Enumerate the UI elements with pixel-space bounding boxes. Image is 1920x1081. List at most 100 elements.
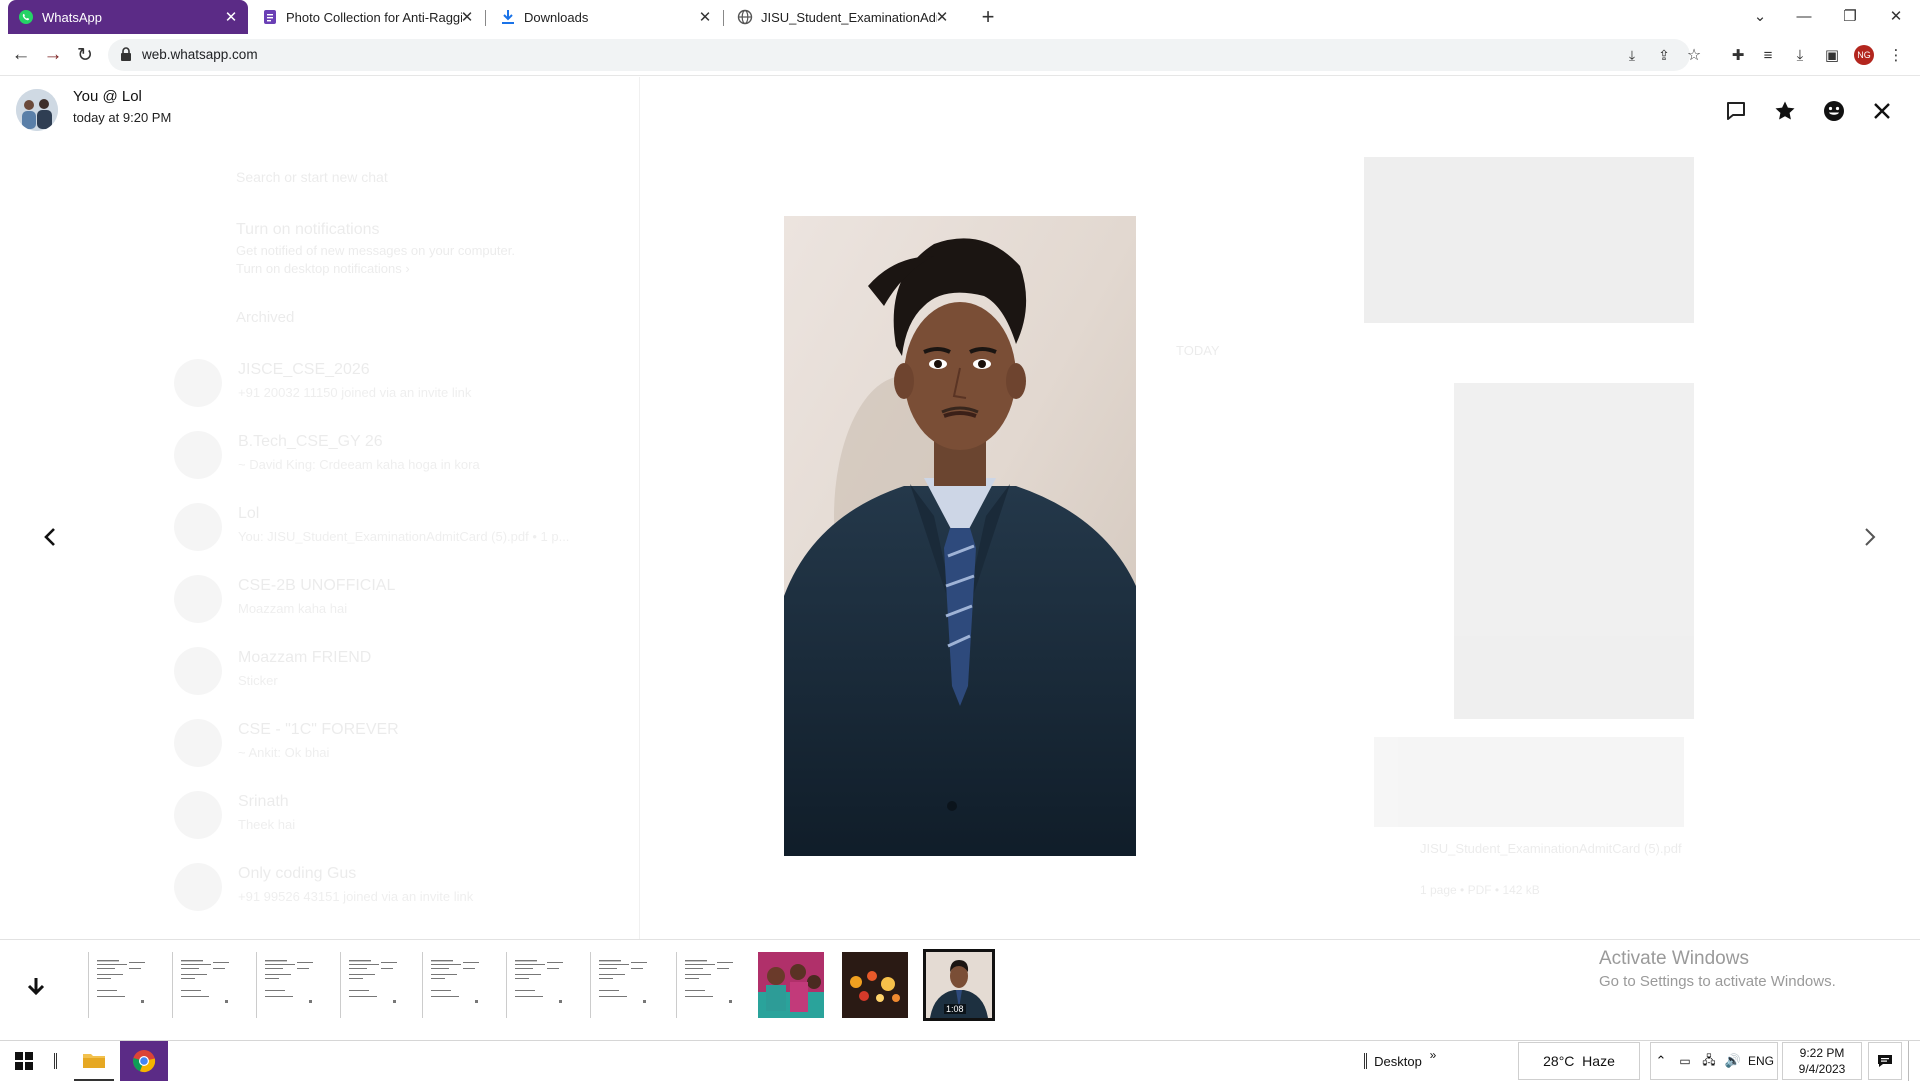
download-icon[interactable] xyxy=(20,970,52,1006)
chat-name: Only coding Gus xyxy=(238,865,357,882)
extensions-icon[interactable]: ✚ xyxy=(1726,43,1750,67)
media-thumbnail[interactable] xyxy=(340,952,406,1018)
close-icon[interactable]: ✕ xyxy=(696,8,714,26)
more-menu-icon[interactable]: ⋮ xyxy=(1884,43,1908,67)
tab-whatsapp[interactable]: WhatsApp ✕ xyxy=(8,0,248,34)
tab-photo-collection[interactable]: Photo Collection for Anti-Raggin ✕ xyxy=(252,0,484,34)
tab-divider xyxy=(723,10,724,26)
avatar xyxy=(174,575,222,623)
activate-windows-watermark: Activate Windows Go to Settings to activ… xyxy=(1599,948,1836,990)
reload-icon[interactable]: ↻ xyxy=(72,42,98,68)
weather-widget[interactable]: 28°C Haze xyxy=(1518,1041,1640,1081)
tab-title: JISU_Student_ExaminationAdmitC xyxy=(761,9,937,25)
side-panel-icon[interactable]: ▣ xyxy=(1820,43,1844,67)
chat-row: Srinath Theek hai xyxy=(170,779,640,849)
watermark-subtitle: Go to Settings to activate Windows. xyxy=(1599,973,1836,990)
media-thumbnail[interactable] xyxy=(506,952,572,1018)
tab-title: WhatsApp xyxy=(42,9,102,25)
media-thumbnail[interactable] xyxy=(590,952,656,1018)
reply-icon[interactable] xyxy=(1720,95,1752,127)
close-icon[interactable]: ✕ xyxy=(458,8,476,26)
share-icon[interactable]: ⇪ xyxy=(1654,45,1674,65)
chat-preview: +91 99526 43151 joined via an invite lin… xyxy=(238,889,474,904)
back-icon[interactable]: ← xyxy=(8,42,34,68)
sender-timestamp: today at 9:20 PM xyxy=(73,110,172,125)
chat-row: Lol You: JISU_Student_ExaminationAdmitCar… xyxy=(170,491,640,561)
install-app-icon[interactable]: ⤓ xyxy=(1622,45,1642,65)
close-icon[interactable]: ✕ xyxy=(222,8,240,26)
close-icon[interactable] xyxy=(1866,95,1898,127)
avatar[interactable] xyxy=(16,89,58,131)
restore-button[interactable]: ❐ xyxy=(1830,2,1870,30)
url-text[interactable]: web.whatsapp.com xyxy=(142,47,258,62)
tab-admit-card[interactable]: JISU_Student_ExaminationAdmitC ✕ xyxy=(727,0,959,34)
minimize-button[interactable]: — xyxy=(1784,2,1824,30)
forms-icon xyxy=(262,9,278,25)
main-photo xyxy=(784,216,1136,856)
media-thumbnail[interactable] xyxy=(676,952,742,1018)
emoji-icon[interactable] xyxy=(1818,95,1850,127)
notification-text: Get notified of new messages on your com… xyxy=(236,243,515,258)
archived-label: Archived xyxy=(236,309,295,326)
toolbar-expand-icon[interactable]: » xyxy=(1424,1035,1442,1075)
tab-divider xyxy=(485,10,486,26)
chat-name: CSE - "1C" FOREVER xyxy=(238,721,399,738)
avatar xyxy=(174,863,222,911)
meet-now-icon[interactable]: ▭ xyxy=(1674,1041,1696,1081)
previous-media-button[interactable] xyxy=(32,517,68,557)
window-close-button[interactable]: ✕ xyxy=(1876,2,1916,30)
forward-icon[interactable]: → xyxy=(40,42,66,68)
tab-downloads[interactable]: Downloads ✕ xyxy=(490,0,722,34)
media-thumbnail[interactable] xyxy=(758,952,824,1018)
close-icon[interactable]: ✕ xyxy=(933,8,951,26)
search-placeholder: Search or start new chat xyxy=(236,169,388,185)
chat-preview: ~ David King: Crdeeam kaha hoga in kora xyxy=(238,457,480,472)
bookmark-star-icon[interactable]: ☆ xyxy=(1684,45,1704,65)
media-control-icon[interactable]: ≡ xyxy=(1756,43,1780,67)
downloads-icon[interactable]: ⤓ xyxy=(1788,43,1812,67)
file-name: JISU_Student_ExaminationAdmitCard (5).pd… xyxy=(1420,841,1682,856)
document-preview xyxy=(1374,737,1684,827)
viewer-header: You @ Lol today at 9:20 PM xyxy=(0,77,1920,147)
media-thumbnail[interactable]: 1:08 xyxy=(923,949,995,1021)
chevron-up-icon[interactable]: ⌃ xyxy=(1650,1041,1672,1081)
task-view-icon[interactable] xyxy=(50,1041,60,1081)
media-thumbnail[interactable] xyxy=(172,952,238,1018)
chrome-icon[interactable] xyxy=(120,1041,168,1081)
image-message xyxy=(1364,157,1694,323)
star-icon[interactable] xyxy=(1769,95,1801,127)
tab-search-icon[interactable]: ⌄ xyxy=(1740,2,1780,30)
sender-name: You @ Lol xyxy=(73,88,142,105)
image-message xyxy=(1454,383,1694,719)
toolbar-divider xyxy=(1362,1041,1368,1081)
date-divider: TODAY xyxy=(1176,343,1220,358)
file-explorer-icon[interactable] xyxy=(74,1041,114,1081)
chat-row: B.Tech_CSE_GY 26 ~ David King: Crdeeam ka… xyxy=(170,419,640,489)
profile-initials: NG xyxy=(1854,45,1874,65)
chat-preview: ~ Ankit: Ok bhai xyxy=(238,745,330,760)
next-media-button[interactable] xyxy=(1852,517,1888,557)
media-thumbnail[interactable] xyxy=(88,952,154,1018)
profile-avatar[interactable]: NG xyxy=(1852,43,1876,67)
chat-name: CSE-2B UNOFFICIAL xyxy=(238,577,396,594)
chat-row: CSE-2B UNOFFICIAL Moazzam kaha hai xyxy=(170,563,640,633)
lock-icon xyxy=(120,47,132,66)
avatar xyxy=(174,647,222,695)
network-icon[interactable]: 🖧 xyxy=(1698,1041,1720,1081)
volume-icon[interactable]: 🔊 xyxy=(1722,1041,1744,1081)
clock[interactable]: 9:22 PM 9/4/2023 xyxy=(1782,1041,1862,1081)
notification-center-icon[interactable] xyxy=(1868,1041,1902,1081)
chat-name: Lol xyxy=(238,505,260,522)
omnibox[interactable]: web.whatsapp.com ⤓ ⇪ ☆ xyxy=(108,39,1701,71)
language-indicator[interactable]: ENG xyxy=(1744,1041,1778,1081)
notification-title: Turn on notifications xyxy=(236,221,380,238)
media-thumbnail[interactable] xyxy=(842,952,908,1018)
desktop-toolbar-label[interactable]: Desktop xyxy=(1374,1041,1422,1081)
show-desktop-button[interactable] xyxy=(1908,1041,1920,1081)
media-thumbnail[interactable] xyxy=(256,952,322,1018)
media-thumbnail[interactable] xyxy=(422,952,488,1018)
windows-start-icon[interactable] xyxy=(4,1041,44,1081)
watermark-title: Activate Windows xyxy=(1599,948,1749,969)
new-tab-button[interactable]: + xyxy=(976,4,1000,29)
chat-row: JISCE_CSE_2026 +91 20032 11150 joined via… xyxy=(170,347,640,417)
